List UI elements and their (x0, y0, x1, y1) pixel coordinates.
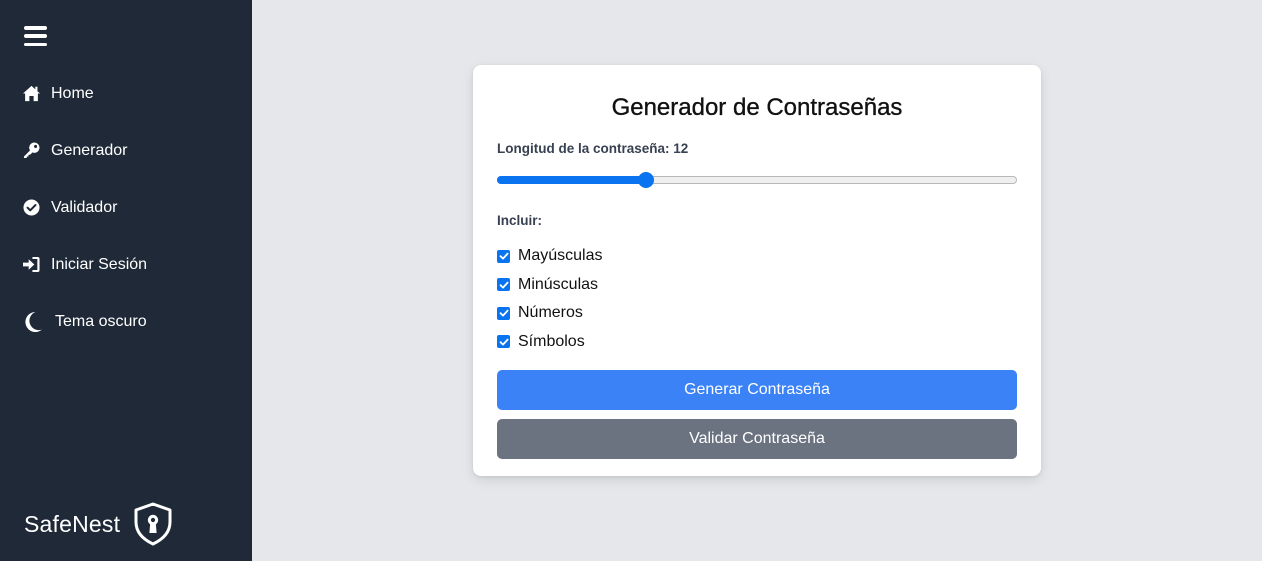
option-label: Números (518, 304, 583, 322)
checkbox[interactable] (497, 306, 510, 320)
option-label: Minúsculas (518, 275, 599, 293)
checkbox[interactable] (497, 249, 510, 263)
key-icon (23, 142, 40, 159)
hamburger-menu-icon[interactable] (24, 26, 47, 46)
main-content: Generador de Contraseñas Longitud de la … (252, 0, 1262, 561)
generator-card: Generador de Contraseñas Longitud de la … (473, 65, 1041, 476)
sign-in-icon (23, 256, 40, 273)
app: Home Generador Validador Iniciar Sesión (0, 0, 1262, 561)
option-label: Mayúsculas (518, 247, 603, 265)
shield-keyhole-icon (133, 502, 173, 546)
length-slider[interactable] (497, 172, 1017, 188)
sidebar-item-generador[interactable]: Generador (0, 122, 252, 179)
option-numeros[interactable]: Números (497, 299, 1017, 328)
option-label: Símbolos (518, 332, 585, 350)
sidebar-nav: Home Generador Validador Iniciar Sesión (0, 65, 252, 350)
slider-thumb[interactable] (637, 172, 654, 188)
home-icon (23, 85, 40, 102)
brand: SafeNest (24, 502, 173, 546)
sidebar-item-label: Validador (51, 198, 118, 216)
sidebar-item-iniciar-sesion[interactable]: Iniciar Sesión (0, 236, 252, 293)
sidebar-item-tema-oscuro[interactable]: Tema oscuro (0, 293, 252, 350)
brand-name: SafeNest (24, 510, 121, 537)
option-simbolos[interactable]: Símbolos (497, 328, 1017, 357)
sidebar-item-label: Generador (51, 141, 128, 159)
sidebar-item-label: Iniciar Sesión (51, 255, 148, 273)
moon-icon (23, 311, 43, 333)
include-label: Incluir: (497, 213, 543, 228)
card-title: Generador de Contraseñas (611, 94, 903, 121)
option-mayusculas[interactable]: Mayúsculas (497, 242, 1017, 271)
check-circle-icon (23, 199, 40, 216)
sidebar-item-label: Tema oscuro (55, 312, 147, 330)
sidebar-item-home[interactable]: Home (0, 65, 252, 122)
sidebar-item-validador[interactable]: Validador (0, 179, 252, 236)
generate-password-button[interactable]: Generar Contraseña (497, 370, 1017, 410)
checkbox[interactable] (497, 278, 510, 292)
options-list: Mayúsculas Minúsculas Números Símbolos (497, 242, 1017, 356)
checkbox[interactable] (497, 335, 510, 349)
sidebar-item-label: Home (51, 84, 94, 102)
validate-password-button[interactable]: Validar Contraseña (497, 419, 1017, 459)
slider-fill (497, 176, 646, 184)
sidebar: Home Generador Validador Iniciar Sesión (0, 0, 252, 561)
length-label: Longitud de la contraseña: 12 (497, 141, 689, 156)
option-minusculas[interactable]: Minúsculas (497, 271, 1017, 300)
